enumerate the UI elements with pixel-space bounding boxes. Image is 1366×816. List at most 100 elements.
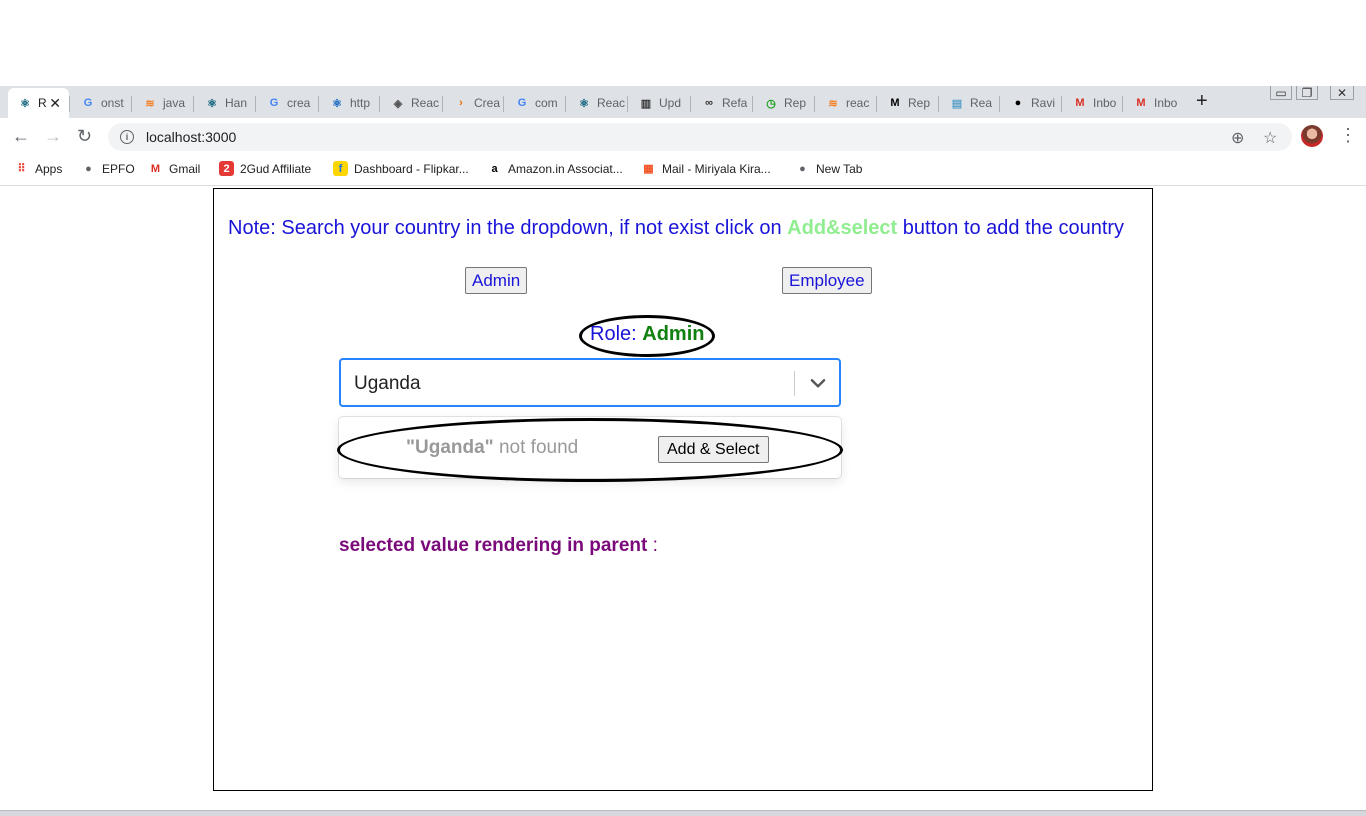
forward-icon[interactable]: → bbox=[44, 126, 62, 146]
instruction-note: Note: Search your country in the dropdow… bbox=[228, 217, 1124, 240]
glasses-icon: ∞ bbox=[705, 97, 713, 109]
tab-title: Inbo bbox=[1154, 96, 1178, 110]
stackoverflow-icon: ≋ bbox=[828, 97, 838, 110]
bookmark-item[interactable]: M Gmail bbox=[148, 161, 200, 176]
browser-tab[interactable]: ≋ java bbox=[133, 88, 193, 118]
site-info-icon[interactable]: i bbox=[120, 130, 134, 144]
tab-separator bbox=[1122, 96, 1123, 112]
close-tab-icon[interactable]: ✕ bbox=[49, 95, 61, 112]
browser-tab[interactable]: M Rep bbox=[878, 88, 938, 118]
bookmark-item[interactable]: 2 2Gud Affiliate bbox=[219, 161, 311, 176]
diamond-icon: ◈ bbox=[393, 97, 403, 110]
bookmark-label: New Tab bbox=[816, 161, 863, 176]
browser-tab[interactable]: M Inbo bbox=[1124, 88, 1184, 118]
tab-title: Han bbox=[225, 96, 248, 110]
browser-tab[interactable]: ▥ Upd bbox=[629, 88, 690, 118]
admin-button[interactable]: Admin bbox=[465, 267, 528, 294]
country-select-value[interactable]: Uganda bbox=[354, 373, 421, 395]
browser-tab[interactable]: ⚛ Han bbox=[195, 88, 255, 118]
zoom-icon[interactable]: ⊕ bbox=[1231, 128, 1244, 148]
browser-tab[interactable]: ⚛ Reac bbox=[567, 88, 627, 118]
minimize-icon[interactable]: ▭ bbox=[1270, 86, 1292, 100]
create-icon: › bbox=[459, 97, 463, 109]
browser-tab[interactable]: ◷ Rep bbox=[754, 88, 814, 118]
tab-title: Rep bbox=[908, 96, 931, 110]
bookmark-label: Amazon.in Associat... bbox=[508, 161, 623, 176]
tab-title: crea bbox=[287, 96, 311, 110]
new-tab-button[interactable]: + bbox=[1196, 90, 1208, 112]
os-taskbar-edge bbox=[0, 810, 1366, 816]
tab-title: http bbox=[350, 96, 371, 110]
tab-separator bbox=[1061, 96, 1062, 112]
bookmark-label: EPFO bbox=[102, 161, 135, 176]
tab-separator bbox=[690, 96, 691, 112]
browser-tab[interactable]: ◈ Reac bbox=[381, 88, 442, 118]
tab-title: Rep bbox=[784, 96, 807, 110]
bookmark-item[interactable]: ⠿ Apps bbox=[14, 161, 62, 176]
browser-tab[interactable]: ⚛ http bbox=[320, 88, 379, 118]
bookmark-star-icon[interactable]: ☆ bbox=[1263, 128, 1277, 148]
profile-avatar[interactable] bbox=[1301, 125, 1323, 147]
tab-title: Refa bbox=[722, 96, 748, 110]
microsoft-icon: ▦ bbox=[643, 163, 654, 175]
globe-icon: ● bbox=[85, 162, 92, 175]
browser-tab[interactable]: ∞ Refa bbox=[692, 88, 752, 118]
gmail-icon: M bbox=[150, 162, 161, 175]
employee-button[interactable]: Employee bbox=[782, 267, 872, 294]
tab-separator bbox=[318, 96, 319, 112]
tab-strip: ⚛ R ✕ Gonst ≋ java ⚛ Han Gcrea ⚛ http ◈ Reac › Crea Gco… bbox=[0, 86, 1366, 118]
address-bar[interactable]: i localhost:3000 ⊕ ☆ bbox=[108, 123, 1292, 151]
tab-separator bbox=[193, 96, 194, 112]
bookmark-item[interactable]: ● New Tab bbox=[795, 161, 862, 176]
country-select[interactable]: Uganda bbox=[339, 358, 841, 407]
restore-icon[interactable]: ❐ bbox=[1296, 86, 1318, 100]
tab-title: Upd bbox=[659, 96, 682, 110]
reload-icon[interactable]: ↻ bbox=[77, 126, 92, 146]
bookmark-label: Gmail bbox=[169, 161, 201, 176]
browser-tab[interactable]: Gonst bbox=[71, 88, 131, 118]
browser-tab[interactable]: › Crea bbox=[444, 88, 503, 118]
image-icon: ▤ bbox=[951, 97, 963, 110]
apps-grid-icon: ⠿ bbox=[17, 163, 26, 175]
medium-icon: M bbox=[890, 97, 900, 109]
tab-separator bbox=[565, 96, 566, 112]
app-container: Note: Search your country in the dropdow… bbox=[213, 188, 1153, 791]
flipkart-icon: f bbox=[333, 161, 348, 176]
react-icon: ⚛ bbox=[20, 97, 30, 110]
bookmark-item[interactable]: ▦ Mail - Miriyala Kira... bbox=[641, 161, 771, 176]
tab-title: java bbox=[163, 96, 186, 110]
tab-title: Inbo bbox=[1093, 96, 1117, 110]
tab-separator bbox=[876, 96, 877, 112]
browser-tab[interactable]: ▤ Rea bbox=[940, 88, 999, 118]
close-window-icon[interactable]: ✕ bbox=[1330, 86, 1354, 100]
select-indicator-separator bbox=[794, 371, 795, 396]
bookmark-item[interactable]: f Dashboard - Flipkar... bbox=[333, 161, 469, 176]
tab-separator bbox=[379, 96, 380, 112]
tab-separator bbox=[999, 96, 1000, 112]
bookmark-label: Mail - Miriyala Kira... bbox=[662, 161, 771, 176]
tab-separator bbox=[503, 96, 504, 112]
browser-tab[interactable]: ≋ reac bbox=[816, 88, 876, 118]
back-icon[interactable]: ← bbox=[12, 126, 30, 146]
tab-separator bbox=[255, 96, 256, 112]
browser-tab[interactable]: Gcom bbox=[505, 88, 565, 118]
tab-separator bbox=[627, 96, 628, 112]
selected-label: selected value rendering in parent bbox=[339, 535, 648, 556]
browser-tab[interactable]: M Inbo bbox=[1063, 88, 1122, 118]
browser-menu-icon[interactable]: ⋮ bbox=[1339, 125, 1357, 145]
stackoverflow-icon: ≋ bbox=[145, 97, 155, 110]
note-prefix: Note: Search your country in the dropdow… bbox=[228, 217, 788, 239]
bookmark-item[interactable]: a Amazon.in Associat... bbox=[487, 161, 623, 176]
browser-tab[interactable]: ⚛ R ✕ bbox=[8, 88, 69, 118]
browser-tab[interactable]: Gcrea bbox=[257, 88, 318, 118]
chevron-down-icon[interactable] bbox=[807, 372, 829, 394]
browser-tab[interactable]: ● Ravi bbox=[1001, 88, 1061, 118]
bookmark-item[interactable]: ● EPFO bbox=[81, 161, 135, 176]
github-icon: ● bbox=[1014, 97, 1022, 109]
bookmark-label: 2Gud Affiliate bbox=[240, 161, 312, 176]
note-highlight: Add&select bbox=[787, 217, 898, 239]
tab-separator bbox=[131, 96, 132, 112]
tab-title: reac bbox=[846, 96, 870, 110]
menu-highlight-ellipse bbox=[337, 418, 843, 482]
codesandbox-icon: ⚛ bbox=[332, 97, 342, 110]
